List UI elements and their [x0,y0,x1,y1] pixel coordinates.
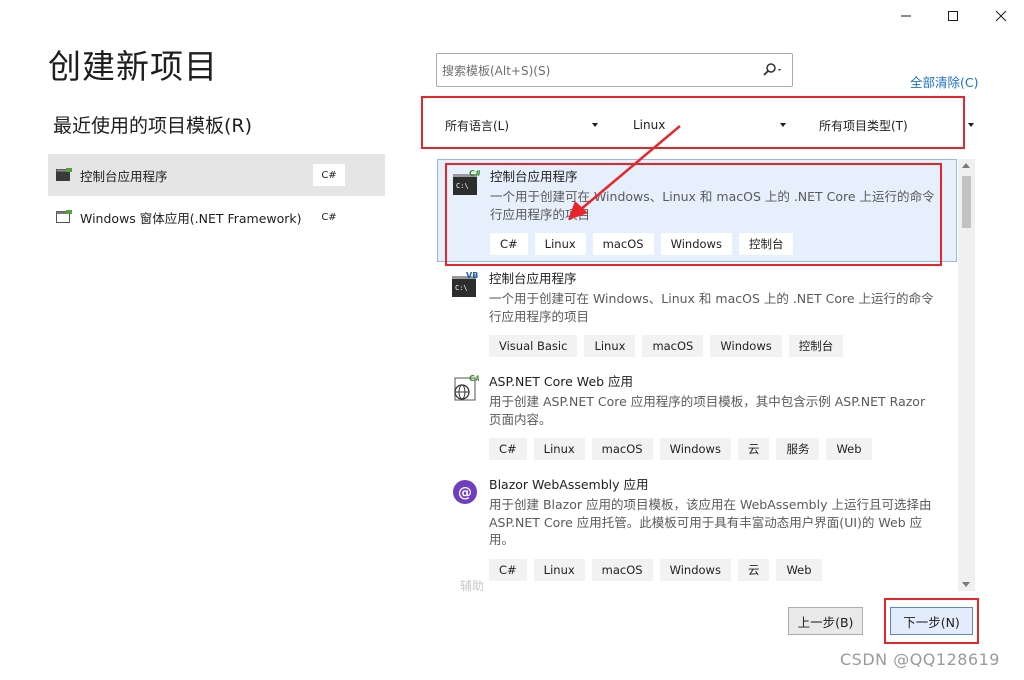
tag: Visual Basic [489,335,578,357]
language-badge: C# [313,206,345,228]
template-name: Blazor WebAssembly 应用 [489,477,649,492]
page-title: 创建新项目 [48,47,218,86]
recent-item-console-app[interactable]: 控制台应用程序 C# [48,154,385,196]
close-icon [995,10,1007,22]
template-name: 控制台应用程序 [489,271,577,286]
template-item-blazor-wasm[interactable]: @ Blazor WebAssembly 应用 用于创建 Blazor 应用的项… [437,468,957,581]
svg-text:C:\: C:\ [455,284,468,292]
template-description: 一个用于创建可在 Windows、Linux 和 macOS 上的 .NET C… [489,291,934,324]
search-placeholder: 搜索模板(Alt+S)(S) [442,63,551,78]
console-vb-icon: C:\ VB [452,271,478,297]
recent-templates-heading: 最近使用的项目模板(R) [53,115,253,137]
tag: Web [826,438,872,460]
minimize-icon [901,15,911,17]
selected-template-highlight-box [445,163,942,266]
template-description: 用于创建 ASP.NET Core 应用程序的项目模板，其中包含示例 ASP.N… [489,394,926,427]
tag: macOS [591,438,653,460]
recent-item-label: 控制台应用程序 [80,168,168,184]
chevron-down-icon [968,123,974,127]
tag: macOS [591,558,653,581]
scroll-up-icon[interactable] [962,163,970,168]
template-search-input[interactable]: 搜索模板(Alt+S)(S) [436,53,793,87]
tag: C# [489,558,527,581]
template-description: 用于创建 Blazor 应用的项目模板，该应用在 WebAssembly 上运行… [489,497,932,547]
tag: Linux [584,335,636,357]
tag: Linux [533,438,585,460]
tag: macOS [642,335,704,357]
tag: 云 [737,438,770,460]
maximize-button[interactable] [933,2,973,30]
close-button[interactable] [981,2,1021,30]
globe-icon: C# [454,374,479,401]
minimize-button[interactable] [886,2,926,30]
tag: Linux [533,558,585,581]
recent-templates-list: 控制台应用程序 C# Windows 窗体应用(.NET Framework) … [48,154,385,238]
clear-all-link[interactable]: 全部清除(C) [910,72,978,91]
svg-text:VB: VB [466,271,478,280]
maximize-icon [948,11,958,21]
template-tags: C# Linux macOS Windows 云 Web [489,558,957,581]
template-tags: Visual Basic Linux macOS Windows 控制台 [489,335,957,357]
filters-highlight-box [421,96,965,149]
back-button[interactable]: 上一步(B) [788,607,863,635]
template-item-aspnet-core-web[interactable]: C# ASP.NET Core Web 应用 用于创建 ASP.NET Core… [437,365,957,468]
recent-item-label: Windows 窗体应用(.NET Framework) [80,210,302,226]
scrollbar-thumb[interactable] [962,176,971,228]
window-form-icon [56,210,72,223]
tag: Windows [659,558,731,581]
template-name: ASP.NET Core Web 应用 [489,374,634,389]
svg-text:C#: C# [469,374,479,383]
search-icon[interactable] [762,63,784,77]
watermark: CSDN @QQ128619 [840,650,1000,669]
template-list-scrollbar[interactable] [958,159,975,591]
language-badge: C# [313,164,345,186]
tag: 云 [737,558,770,581]
tag: Web [776,558,822,581]
next-button-highlight-box [884,598,979,644]
scroll-down-icon[interactable] [962,582,970,587]
tag: 控制台 [788,335,844,357]
console-icon [56,168,72,181]
tag: 服务 [776,438,820,460]
tag: C# [489,438,527,460]
blazor-icon: @ [453,480,477,504]
tag: Windows [659,438,731,460]
recent-item-winforms-app[interactable]: Windows 窗体应用(.NET Framework) C# [48,196,385,238]
tag: Windows [710,335,782,357]
template-tags: C# Linux macOS Windows 云 服务 Web [489,438,957,460]
partial-template-item: 辅助 [460,579,485,593]
svg-text:@: @ [458,485,472,501]
template-item-console-vb[interactable]: C:\ VB 控制台应用程序 一个用于创建可在 Windows、Linux 和 … [437,262,957,365]
